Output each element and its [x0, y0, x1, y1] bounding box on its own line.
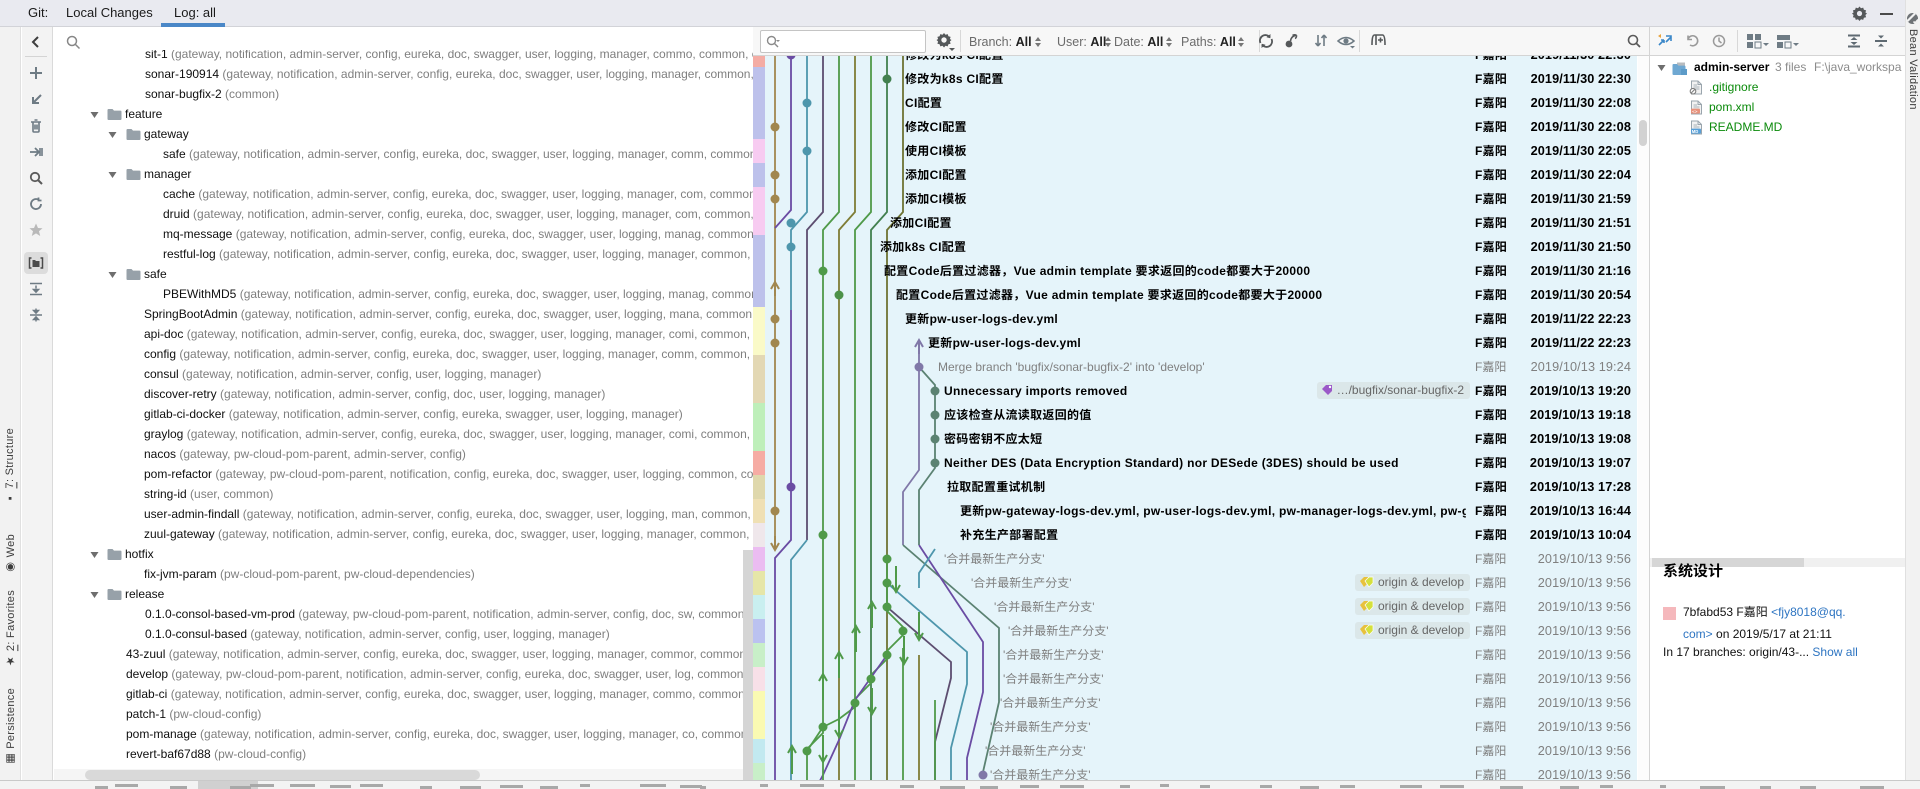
svg-text:<>: <>: [1692, 110, 1698, 115]
svg-text:MD: MD: [1692, 129, 1699, 134]
